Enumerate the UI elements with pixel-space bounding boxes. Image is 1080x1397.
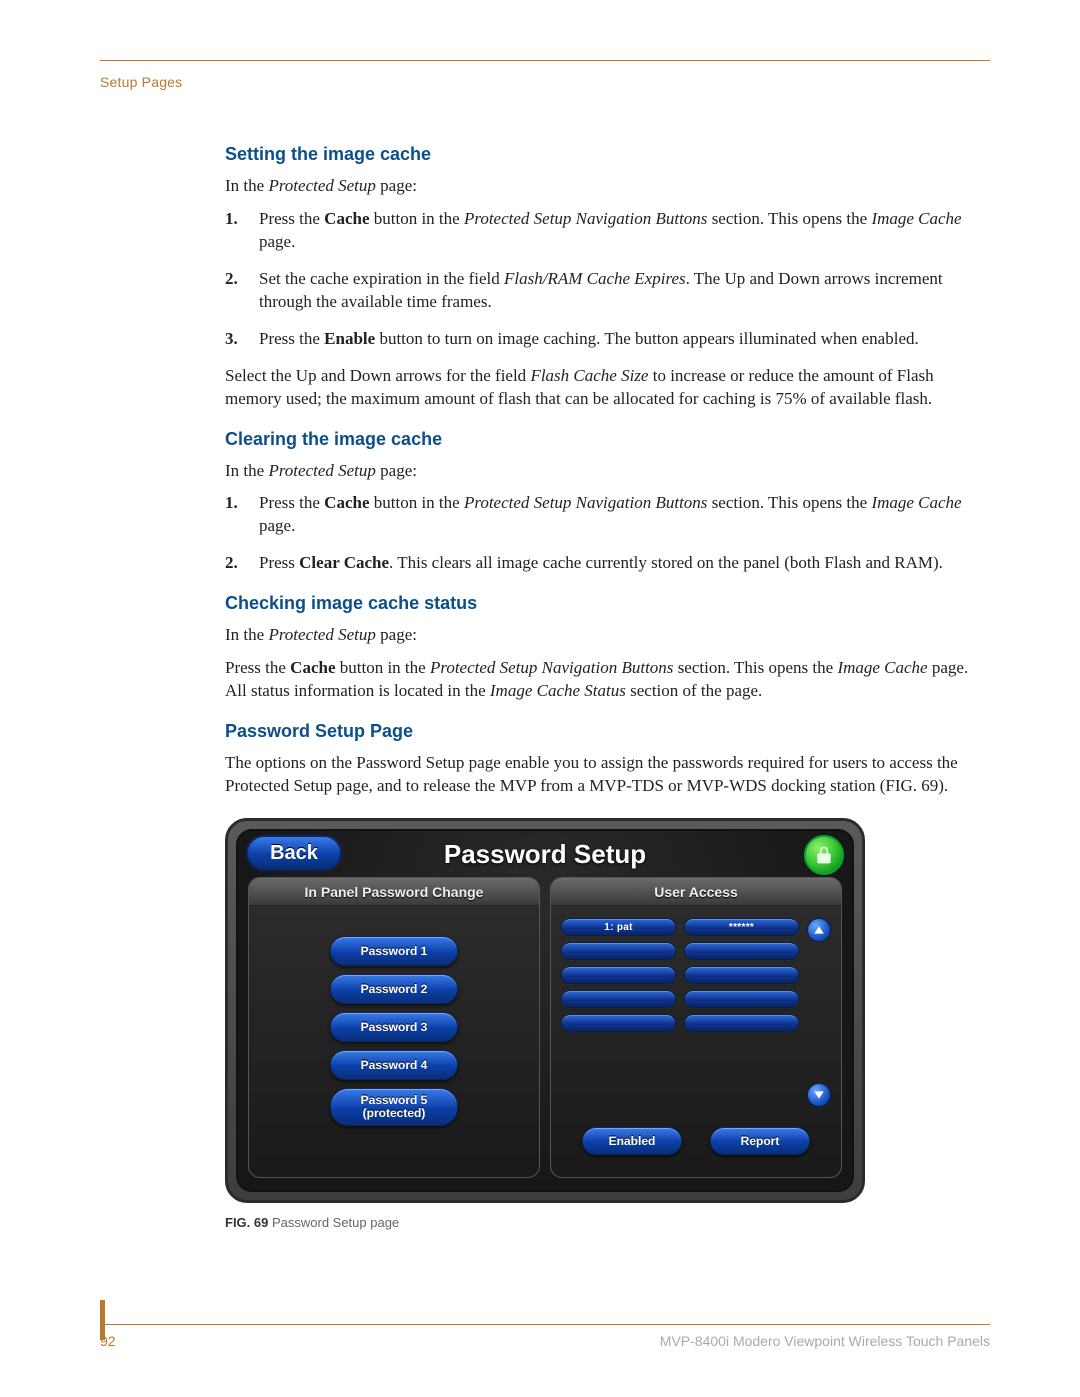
s4-para: The options on the Password Setup page e… bbox=[225, 752, 980, 798]
s3-intro: In the Protected Setup page: bbox=[225, 624, 980, 647]
user-name-slot[interactable] bbox=[561, 990, 676, 1008]
heading-password-setup: Password Setup Page bbox=[225, 721, 980, 742]
user-access-rows: 1: pat ****** bbox=[561, 918, 799, 1032]
step-text: Set the cache expiration in the field Fl… bbox=[259, 268, 980, 314]
screen-title: Password Setup bbox=[444, 841, 646, 867]
panel-password-change: In Panel Password Change Password 1 Pass… bbox=[248, 877, 540, 1178]
user-pass-slot[interactable]: ****** bbox=[684, 918, 799, 936]
step-number: 3. bbox=[225, 328, 245, 351]
device-screen: Back Password Setup In Panel Password Ch… bbox=[236, 829, 854, 1192]
step-text: Press Clear Cache. This clears all image… bbox=[259, 552, 943, 575]
content-area: Setting the image cache In the Protected… bbox=[225, 56, 980, 1230]
user-name-slot[interactable] bbox=[561, 1014, 676, 1032]
s2-intro: In the Protected Setup page: bbox=[225, 460, 980, 483]
lock-icon[interactable] bbox=[804, 835, 844, 875]
list-item: 1. Press the Cache button in the Protect… bbox=[225, 492, 980, 538]
password-1-button[interactable]: Password 1 bbox=[330, 936, 458, 966]
step-number: 2. bbox=[225, 552, 245, 575]
heading-setting-image-cache: Setting the image cache bbox=[225, 144, 980, 165]
user-pass-slot[interactable] bbox=[684, 942, 799, 960]
running-head: Setup Pages bbox=[100, 74, 182, 90]
s3-para: Press the Cache button in the Protected … bbox=[225, 657, 980, 703]
list-item: 2. Press Clear Cache. This clears all im… bbox=[225, 552, 980, 575]
page-number: 92 bbox=[100, 1333, 116, 1349]
heading-checking-status: Checking image cache status bbox=[225, 593, 980, 614]
text-italic: Protected Setup bbox=[268, 176, 375, 195]
user-pass-slot[interactable] bbox=[684, 990, 799, 1008]
scroll-up-button[interactable] bbox=[807, 918, 831, 942]
enabled-button[interactable]: Enabled bbox=[582, 1127, 682, 1155]
user-name-slot[interactable]: 1: pat bbox=[561, 918, 676, 936]
step-number: 2. bbox=[225, 268, 245, 314]
figure-69: Back Password Setup In Panel Password Ch… bbox=[225, 818, 980, 1230]
password-5-button[interactable]: Password 5 (protected) bbox=[330, 1088, 458, 1126]
s1-para2: Select the Up and Down arrows for the fi… bbox=[225, 365, 980, 411]
user-pass-slot[interactable] bbox=[684, 966, 799, 984]
report-button[interactable]: Report bbox=[710, 1127, 810, 1155]
panel-user-access: User Access 1: pat ****** bbox=[550, 877, 842, 1178]
page-footer: 92 MVP-8400i Modero Viewpoint Wireless T… bbox=[100, 1324, 990, 1349]
step-text: Press the Enable button to turn on image… bbox=[259, 328, 919, 351]
scroll-down-button[interactable] bbox=[807, 1083, 831, 1107]
titlebar: Back Password Setup bbox=[238, 831, 852, 877]
password-2-button[interactable]: Password 2 bbox=[330, 974, 458, 1004]
panel-head-right: User Access bbox=[551, 878, 841, 906]
figure-caption: FIG. 69 Password Setup page bbox=[225, 1215, 980, 1230]
step-text: Press the Cache button in the Protected … bbox=[259, 208, 980, 254]
back-button[interactable]: Back bbox=[246, 835, 342, 871]
s1-steps: 1. Press the Cache button in the Protect… bbox=[225, 208, 980, 351]
step-text: Press the Cache button in the Protected … bbox=[259, 492, 980, 538]
user-pass-slot[interactable] bbox=[684, 1014, 799, 1032]
panel-head-left: In Panel Password Change bbox=[249, 878, 539, 906]
password-3-button[interactable]: Password 3 bbox=[330, 1012, 458, 1042]
password-4-button[interactable]: Password 4 bbox=[330, 1050, 458, 1080]
s2-steps: 1. Press the Cache button in the Protect… bbox=[225, 492, 980, 575]
list-item: 2. Set the cache expiration in the field… bbox=[225, 268, 980, 314]
heading-clearing-image-cache: Clearing the image cache bbox=[225, 429, 980, 450]
step-number: 1. bbox=[225, 208, 245, 254]
step-number: 1. bbox=[225, 492, 245, 538]
doc-title: MVP-8400i Modero Viewpoint Wireless Touc… bbox=[660, 1333, 990, 1349]
s1-intro: In the Protected Setup page: bbox=[225, 175, 980, 198]
list-item: 1. Press the Cache button in the Protect… bbox=[225, 208, 980, 254]
user-row: 1: pat ****** bbox=[561, 918, 799, 936]
user-name-slot[interactable] bbox=[561, 966, 676, 984]
device-frame: Back Password Setup In Panel Password Ch… bbox=[225, 818, 865, 1203]
list-item: 3. Press the Enable button to turn on im… bbox=[225, 328, 980, 351]
user-name-slot[interactable] bbox=[561, 942, 676, 960]
text: page: bbox=[376, 176, 417, 195]
text: In the bbox=[225, 176, 268, 195]
